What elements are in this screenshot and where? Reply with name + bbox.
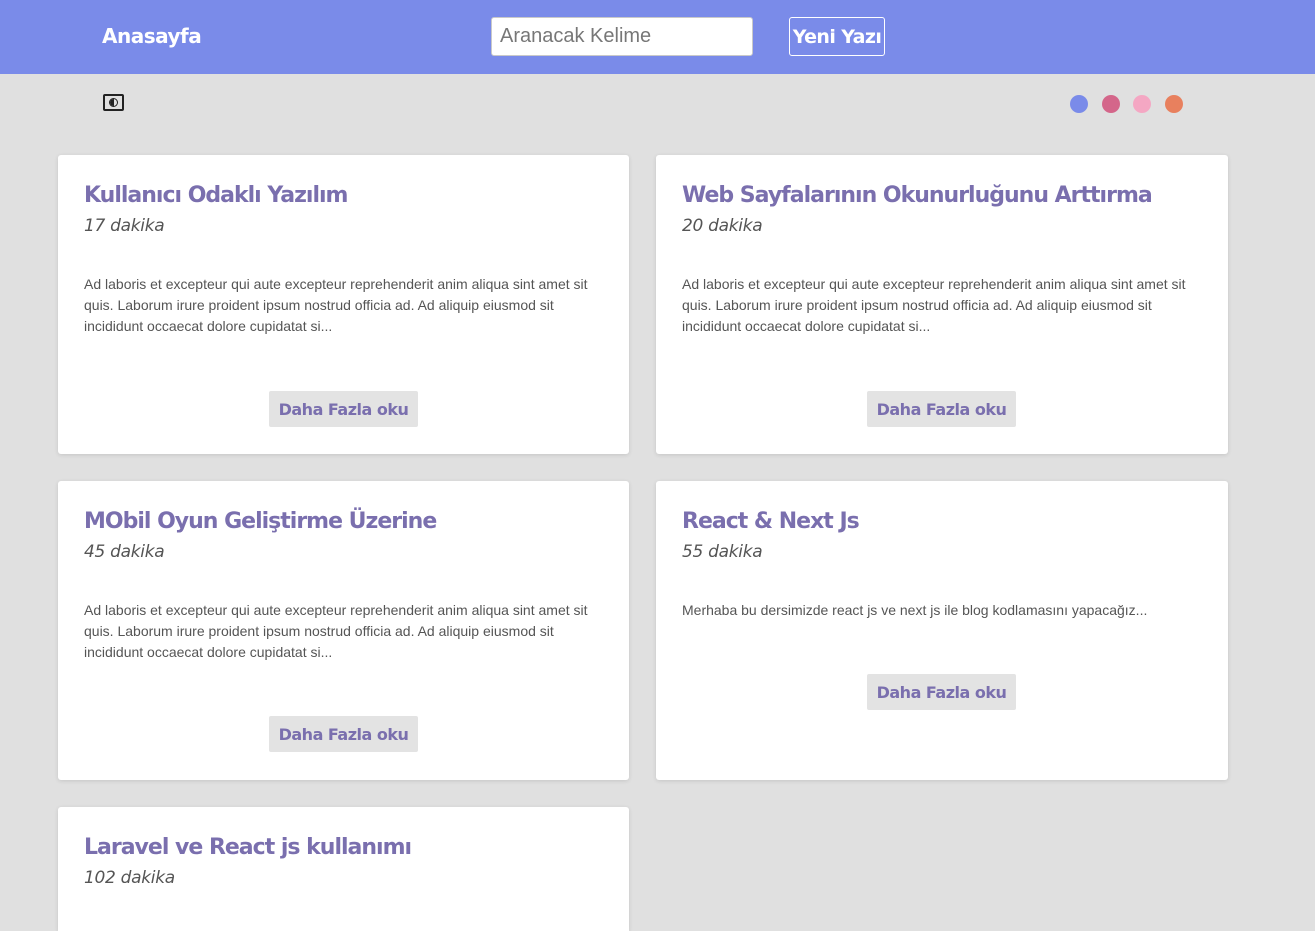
new-post-button[interactable]: Yeni Yazı: [789, 17, 885, 56]
post-title[interactable]: MObil Oyun Geliştirme Üzerine: [84, 509, 437, 534]
post-duration: 17 dakika: [84, 216, 165, 236]
read-more-button[interactable]: Daha Fazla oku: [867, 674, 1016, 710]
post-title[interactable]: Laravel ve React js kullanımı: [84, 835, 412, 860]
color-swatch-orange[interactable]: [1165, 95, 1183, 113]
post-excerpt: Ad laboris et excepteur qui aute excepte…: [84, 276, 588, 334]
read-more-button[interactable]: Daha Fazla oku: [269, 391, 418, 427]
post-title[interactable]: React & Next Js: [682, 509, 860, 534]
home-link[interactable]: Anasayfa: [102, 24, 202, 48]
search-input[interactable]: [491, 17, 753, 56]
color-swatch-pink[interactable]: [1133, 95, 1151, 113]
post-card: Laravel ve React js kullanımı 102 dakika: [58, 807, 629, 931]
post-duration: 20 dakika: [682, 216, 763, 236]
post-duration: 55 dakika: [682, 542, 763, 562]
post-duration: 45 dakika: [84, 542, 165, 562]
post-duration: 102 dakika: [84, 868, 175, 888]
post-excerpt: Ad laboris et excepteur qui aute excepte…: [84, 602, 588, 660]
navbar: Anasayfa Yeni Yazı: [0, 0, 1315, 74]
post-card: MObil Oyun Geliştirme Üzerine 45 dakika …: [58, 481, 629, 780]
post-card: Kullanıcı Odaklı Yazılım 17 dakika Ad la…: [58, 155, 629, 454]
post-title[interactable]: Web Sayfalarının Okunurluğunu Arttırma: [682, 183, 1153, 208]
read-more-button[interactable]: Daha Fazla oku: [269, 716, 418, 752]
post-card: Web Sayfalarının Okunurluğunu Arttırma 2…: [656, 155, 1228, 454]
post-card: React & Next Js 55 dakika Merhaba bu der…: [656, 481, 1228, 780]
contrast-icon[interactable]: [103, 94, 124, 111]
post-excerpt: Merhaba bu dersimizde react js ve next j…: [682, 602, 1148, 618]
post-excerpt: Ad laboris et excepteur qui aute excepte…: [682, 276, 1186, 334]
read-more-button[interactable]: Daha Fazla oku: [867, 391, 1016, 427]
color-swatch-blue[interactable]: [1070, 95, 1088, 113]
color-swatch-rose[interactable]: [1102, 95, 1120, 113]
post-title[interactable]: Kullanıcı Odaklı Yazılım: [84, 183, 348, 208]
